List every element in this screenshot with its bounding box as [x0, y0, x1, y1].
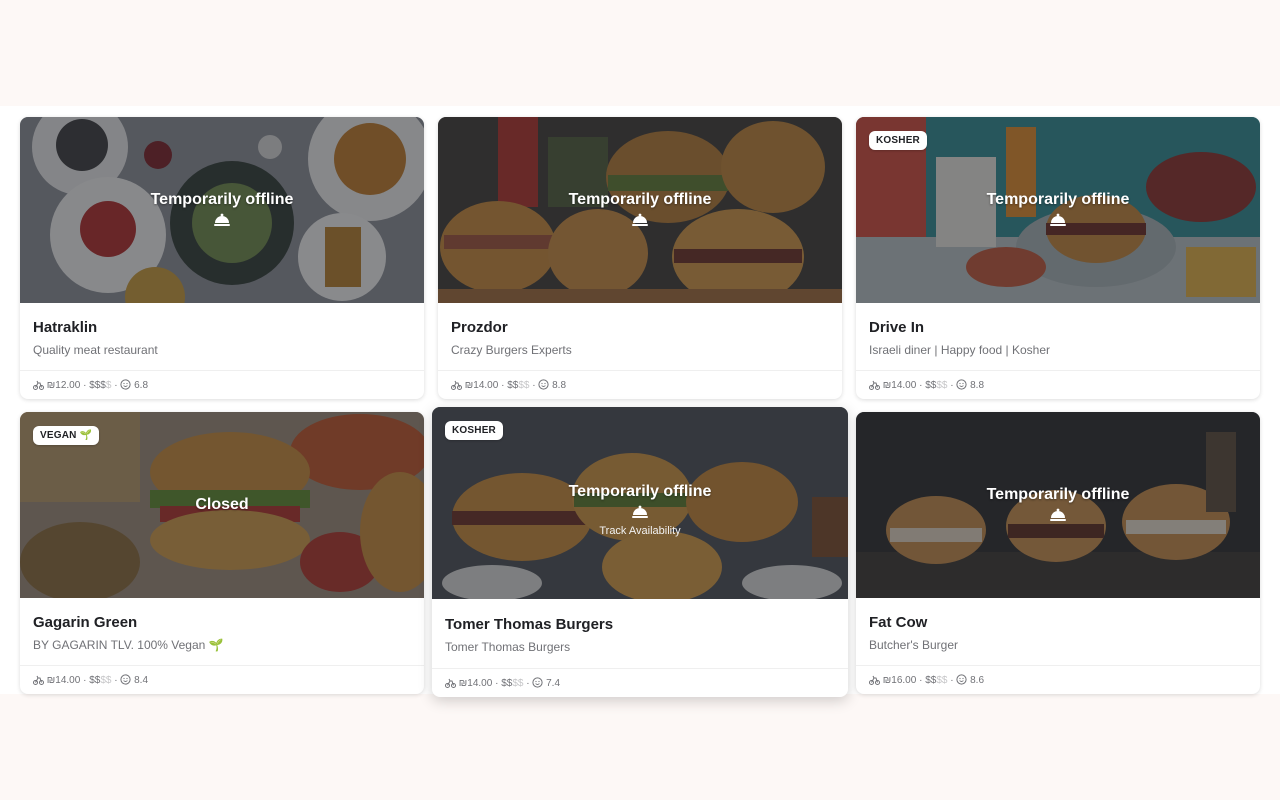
divider: [432, 668, 848, 669]
cloche-icon: [632, 213, 648, 226]
status-overlay: Temporarily offline Track Availability: [432, 483, 848, 537]
status-overlay: Temporarily offline: [856, 191, 1260, 227]
price-level: $$$$: [925, 380, 948, 391]
restaurant-card-gagarin-green[interactable]: VEGAN 🌱 Closed Gagarin Green BY GAGARIN …: [20, 412, 424, 694]
price-level: $$$$: [507, 380, 530, 391]
restaurant-card-prozdor[interactable]: Temporarily offline Prozdor Crazy Burger…: [438, 117, 842, 399]
delivery-fee: ₪14.00: [464, 380, 499, 391]
delivery-fee: ₪14.00: [46, 675, 81, 686]
restaurant-meta: ₪14.00 · $$$$ · 8.4: [33, 674, 148, 686]
restaurant-meta: ₪14.00 · $$$$ · 8.8: [869, 379, 984, 391]
divider: [856, 370, 1260, 371]
divider: [856, 665, 1260, 666]
status-overlay: Temporarily offline: [20, 191, 424, 227]
restaurant-photo: Temporarily offline: [856, 412, 1260, 598]
smiley-icon: [532, 677, 543, 688]
rating: 8.8: [552, 380, 567, 391]
rating: 6.8: [134, 380, 149, 391]
price-level: $$$$: [501, 678, 524, 689]
restaurant-meta: ₪16.00 · $$$$ · 8.6: [869, 674, 984, 686]
kosher-badge: KOSHER: [869, 131, 927, 150]
restaurant-meta: ₪14.00 · $$$$ · 7.4: [445, 677, 560, 689]
restaurant-photo: VEGAN 🌱 Closed: [20, 412, 424, 598]
delivery-fee: ₪14.00: [882, 380, 917, 391]
restaurant-card-hatraklin[interactable]: Temporarily offline Hatraklin Quality me…: [20, 117, 424, 399]
restaurant-meta: ₪12.00 · $$$$ · 6.8: [33, 379, 148, 391]
restaurant-name: Prozdor: [451, 319, 508, 336]
divider: [20, 665, 424, 666]
cloche-icon: [1050, 508, 1066, 521]
delivery-fee: ₪12.00: [46, 380, 81, 391]
status-text: Temporarily offline: [568, 191, 712, 208]
restaurant-card-tomer-thomas-burgers[interactable]: KOSHER Temporarily offline Track Availab…: [432, 407, 848, 697]
restaurant-card-fat-cow[interactable]: Temporarily offline Fat Cow Butcher's Bu…: [856, 412, 1260, 694]
price-level: $$$$: [89, 380, 112, 391]
scooter-icon: [869, 675, 880, 685]
restaurant-name: Gagarin Green: [33, 614, 138, 631]
divider: [438, 370, 842, 371]
delivery-fee: ₪14.00: [458, 678, 493, 689]
status-text: Temporarily offline: [986, 191, 1130, 208]
restaurant-photo: Temporarily offline: [438, 117, 842, 303]
restaurant-name: Fat Cow: [869, 614, 928, 631]
rating: 7.4: [546, 678, 561, 689]
rating: 8.8: [970, 380, 985, 391]
smiley-icon: [956, 674, 967, 685]
scooter-icon: [33, 675, 44, 685]
smiley-icon: [956, 379, 967, 390]
restaurant-name: Drive In: [869, 319, 925, 336]
delivery-fee: ₪16.00: [882, 675, 917, 686]
smiley-icon: [538, 379, 549, 390]
cloche-icon: [1050, 213, 1066, 226]
restaurant-description: BY GAGARIN TLV. 100% Vegan 🌱: [33, 638, 224, 652]
restaurant-grid: Temporarily offline Hatraklin Quality me…: [0, 106, 1280, 697]
scooter-icon: [33, 380, 44, 390]
status-overlay: Closed: [20, 496, 424, 514]
cloche-icon: [632, 505, 648, 518]
restaurant-description: Israeli diner | Happy food | Kosher: [869, 343, 1050, 357]
scooter-icon: [445, 678, 456, 688]
restaurant-photo: KOSHER Temporarily offline: [856, 117, 1260, 303]
restaurant-photo: KOSHER Temporarily offline Track Availab…: [432, 407, 848, 599]
rating: 8.6: [970, 675, 985, 686]
restaurant-description: Crazy Burgers Experts: [451, 343, 572, 357]
status-overlay: Temporarily offline: [856, 486, 1260, 522]
restaurant-meta: ₪14.00 · $$$$ · 8.8: [451, 379, 566, 391]
restaurant-card-drive-in[interactable]: KOSHER Temporarily offline Drive In Isra…: [856, 117, 1260, 399]
status-overlay: Temporarily offline: [438, 191, 842, 227]
status-text: Temporarily offline: [568, 483, 712, 500]
vegan-badge: VEGAN 🌱: [33, 426, 100, 445]
price-level: $$$$: [89, 675, 112, 686]
status-text: Temporarily offline: [986, 486, 1130, 503]
track-availability-link[interactable]: Track Availability: [432, 525, 848, 537]
divider: [20, 370, 424, 371]
restaurant-photo: Temporarily offline: [20, 117, 424, 303]
status-text: Closed: [195, 496, 249, 513]
restaurant-name: Hatraklin: [33, 319, 98, 336]
scooter-icon: [451, 380, 462, 390]
smiley-icon: [120, 379, 131, 390]
cloche-icon: [214, 213, 230, 226]
rating: 8.4: [134, 675, 149, 686]
restaurant-description: Quality meat restaurant: [33, 343, 158, 357]
restaurant-description: Butcher's Burger: [869, 638, 958, 652]
scooter-icon: [869, 380, 880, 390]
smiley-icon: [120, 674, 131, 685]
restaurant-name: Tomer Thomas Burgers: [445, 616, 614, 633]
status-text: Temporarily offline: [150, 191, 294, 208]
price-level: $$$$: [925, 675, 948, 686]
kosher-badge: KOSHER: [445, 421, 503, 440]
restaurant-description: Tomer Thomas Burgers: [445, 640, 571, 654]
